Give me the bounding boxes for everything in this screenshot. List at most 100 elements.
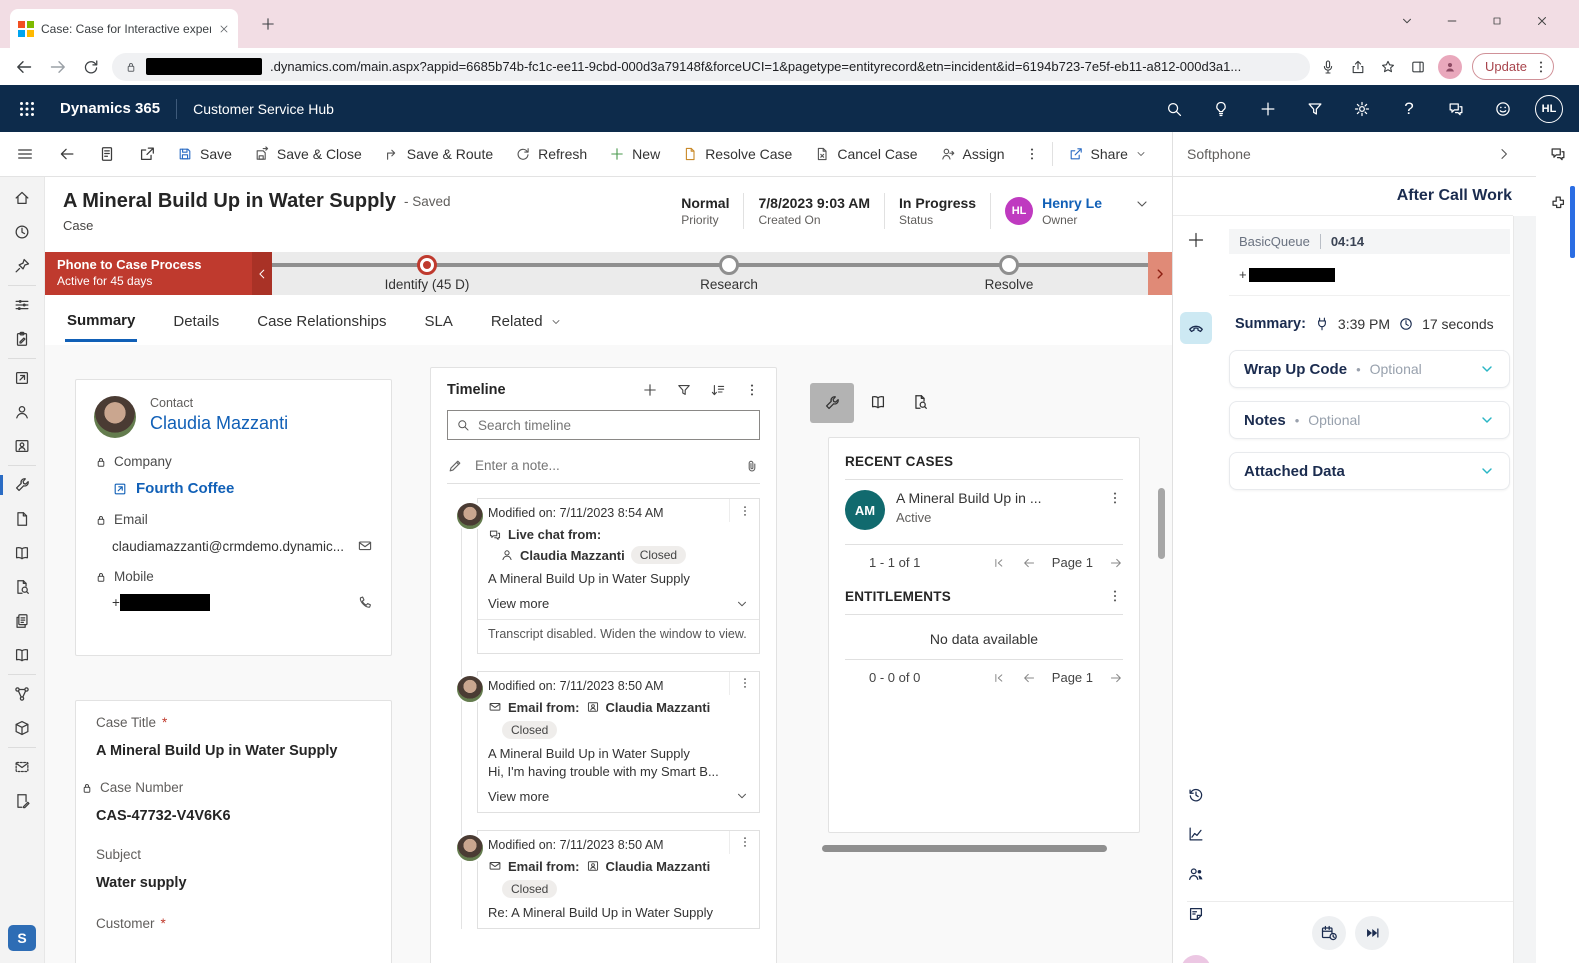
collapse-panel-chevron-icon[interactable] <box>1496 146 1512 162</box>
entry-more-icon[interactable] <box>729 831 759 854</box>
next-page-icon[interactable] <box>1109 671 1123 685</box>
knowledge-book-tab[interactable] <box>863 387 893 417</box>
chevron-down-icon[interactable] <box>1479 412 1495 428</box>
timeline-sort-icon[interactable] <box>710 382 726 398</box>
bookmark-star-icon[interactable] <box>1380 59 1396 75</box>
nav-recent-icon[interactable] <box>0 215 45 249</box>
nav-queues-icon[interactable] <box>0 502 45 536</box>
feedback-chat-icon[interactable] <box>1441 100 1471 118</box>
prev-page-icon[interactable] <box>1022 556 1036 570</box>
stage-identify[interactable]: Identify (45 D) <box>367 255 487 292</box>
stage-research[interactable]: Research <box>669 255 789 292</box>
tab-case-relationships[interactable]: Case Relationships <box>255 300 388 340</box>
nav-drafts-icon[interactable] <box>0 784 45 818</box>
browser-update-button[interactable]: Update <box>1472 53 1554 80</box>
email-value[interactable]: claudiamazzanti@crmdemo.dynamic... <box>112 539 357 554</box>
owner-value[interactable]: Henry Le <box>1042 195 1102 211</box>
timeline-filter-icon[interactable] <box>676 382 692 398</box>
paperclip-icon[interactable] <box>744 458 760 474</box>
save-and-close-button[interactable]: Save & Close <box>243 132 373 176</box>
nav-accounts-icon[interactable] <box>0 361 45 395</box>
nav-email-icon[interactable] <box>0 750 45 784</box>
new-button[interactable]: New <box>598 132 671 176</box>
subject-value[interactable]: Water supply <box>96 875 371 891</box>
chevron-down-icon[interactable] <box>735 597 749 611</box>
resolve-case-button[interactable]: Resolve Case <box>671 132 803 176</box>
timeline-entry-livechat[interactable]: Modified on: 7/11/2023 8:54 AM Live chat… <box>477 498 760 654</box>
nav-templates-icon[interactable] <box>0 604 45 638</box>
note-input[interactable] <box>475 458 732 473</box>
nav-activities-icon[interactable] <box>0 322 45 356</box>
tab-summary[interactable]: Summary <box>65 299 137 342</box>
browser-back-icon[interactable] <box>14 57 34 77</box>
nav-pinned-icon[interactable] <box>0 249 45 283</box>
sales-app-badge[interactable]: S <box>8 925 36 951</box>
case-title-value[interactable]: A Mineral Build Up in Water Supply <box>96 743 371 759</box>
tab-close-icon[interactable] <box>218 23 230 35</box>
entry-contact[interactable]: Claudia Mazzanti <box>520 548 625 563</box>
assign-button[interactable]: Assign <box>929 132 1016 176</box>
nav-contacts-icon[interactable] <box>0 395 45 429</box>
waffle-menu-icon[interactable] <box>12 99 42 119</box>
browser-profile-avatar[interactable] <box>1438 55 1462 79</box>
process-collapse-chevron[interactable] <box>252 252 272 295</box>
header-expand-chevron-icon[interactable] <box>1134 196 1150 212</box>
browser-refresh-icon[interactable] <box>82 58 100 76</box>
window-minimize-button[interactable] <box>1435 6 1469 36</box>
notes-accordion[interactable]: Notes • Optional <box>1229 401 1510 439</box>
brand-title[interactable]: Dynamics 365 <box>60 100 160 117</box>
stage-research-marker[interactable] <box>719 255 739 275</box>
tab-related[interactable]: Related <box>489 300 564 340</box>
entitlements-more-icon[interactable] <box>1107 588 1123 604</box>
panel-horizontal-scrollbar[interactable] <box>822 845 1107 852</box>
timeline-entry-email[interactable]: Modified on: 7/11/2023 8:50 AM Email fro… <box>477 671 760 813</box>
window-maximize-button[interactable] <box>1480 6 1514 36</box>
active-call-session-tab[interactable] <box>1173 312 1219 344</box>
tab-details[interactable]: Details <box>171 300 221 340</box>
view-more-row[interactable]: View more <box>488 596 749 611</box>
nav-cases-icon[interactable] <box>0 468 45 502</box>
recent-case-title[interactable]: A Mineral Build Up in ... <box>896 490 1096 506</box>
schedule-followup-button[interactable] <box>1312 916 1346 950</box>
save-button[interactable]: Save <box>166 132 243 176</box>
window-close-button[interactable] <box>1525 6 1559 36</box>
add-session-icon[interactable] <box>1173 230 1219 250</box>
new-tab-button[interactable] <box>260 16 276 32</box>
command-overflow-icon[interactable] <box>1024 146 1040 162</box>
open-in-new-window-icon[interactable] <box>138 145 156 163</box>
entry-contact[interactable]: Claudia Mazzanti <box>606 700 711 715</box>
timeline-search-input[interactable] <box>478 418 751 433</box>
rail-scrollbar[interactable] <box>1570 186 1575 258</box>
help-icon[interactable]: ? <box>1394 99 1424 119</box>
entry-more-icon[interactable] <box>729 672 759 695</box>
nav-knowledge-book-icon[interactable] <box>0 638 45 672</box>
cancel-case-button[interactable]: Cancel Case <box>803 132 928 176</box>
nav-products-icon[interactable] <box>0 711 45 745</box>
nav-social-profiles-icon[interactable] <box>0 429 45 463</box>
call-phone-icon[interactable] <box>357 595 373 611</box>
contact-name-link[interactable]: Claudia Mazzanti <box>150 413 288 434</box>
nav-article-search-icon[interactable] <box>0 570 45 604</box>
url-field[interactable]: .dynamics.com/main.aspx?appid=6685b74b-f… <box>112 53 1310 81</box>
recent-case-more-icon[interactable] <box>1107 490 1123 506</box>
app-name[interactable]: Customer Service Hub <box>193 101 334 117</box>
recent-case-row[interactable]: AM A Mineral Build Up in ... Active <box>845 490 1123 530</box>
stage-identify-marker[interactable] <box>417 255 437 275</box>
skip-acw-button[interactable] <box>1355 916 1389 950</box>
insights-chart-icon[interactable] <box>1173 825 1219 843</box>
timeline-more-icon[interactable] <box>744 382 760 398</box>
attached-data-accordion[interactable]: Attached Data <box>1229 452 1510 490</box>
first-page-icon[interactable] <box>992 556 1006 570</box>
quick-create-plus-icon[interactable] <box>1253 100 1283 118</box>
chevron-down-icon[interactable] <box>1479 463 1495 479</box>
form-selector-icon[interactable] <box>98 145 116 163</box>
filter-icon[interactable] <box>1300 100 1330 118</box>
main-vertical-scrollbar[interactable] <box>1158 488 1165 559</box>
timeline-search-box[interactable] <box>447 410 760 440</box>
nav-knowledge-icon[interactable] <box>0 536 45 570</box>
session-history-icon[interactable] <box>1173 786 1219 804</box>
split-screen-icon[interactable] <box>1410 59 1426 75</box>
lightbulb-icon[interactable] <box>1206 100 1236 118</box>
stage-resolve-marker[interactable] <box>999 255 1019 275</box>
chevron-down-icon[interactable] <box>735 789 749 803</box>
